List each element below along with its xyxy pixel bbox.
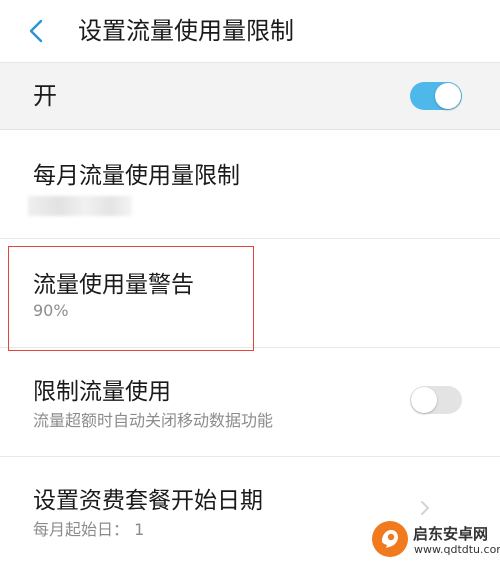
master-switch-label: 开 xyxy=(33,82,57,110)
chevron-left-icon xyxy=(29,19,43,43)
limit-usage-toggle-switch[interactable] xyxy=(410,386,462,414)
usage-warning-value: 90% xyxy=(33,301,69,320)
limit-usage-title: 限制流量使用 xyxy=(33,379,171,405)
site-watermark: 启东安卓网 www.qdtdtu.com xyxy=(372,520,500,561)
master-toggle-switch[interactable] xyxy=(410,82,462,110)
watermark-logo-icon xyxy=(372,521,408,557)
monthly-limit-value-obscured xyxy=(28,196,132,216)
master-switch-row[interactable]: 开 xyxy=(0,63,500,130)
chevron-right-icon xyxy=(421,501,429,515)
monthly-limit-title: 每月流量使用量限制 xyxy=(33,163,240,189)
watermark-url: www.qdtdtu.com xyxy=(414,543,500,556)
usage-warning-title: 流量使用量警告 xyxy=(33,272,194,298)
billing-start-date-title: 设置资费套餐开始日期 xyxy=(33,488,263,514)
app-bar: 设置流量使用量限制 xyxy=(0,0,500,63)
page-title: 设置流量使用量限制 xyxy=(78,17,294,45)
usage-warning-row[interactable]: 流量使用量警告 90% xyxy=(0,239,500,348)
watermark-name: 启东安卓网 xyxy=(413,525,489,543)
back-button[interactable] xyxy=(18,14,54,48)
toggle-knob xyxy=(435,83,461,109)
limit-usage-description: 流量超额时自动关闭移动数据功能 xyxy=(33,411,274,430)
limit-usage-row[interactable]: 限制流量使用 流量超额时自动关闭移动数据功能 xyxy=(0,348,500,457)
monthly-limit-row[interactable]: 每月流量使用量限制 xyxy=(0,130,500,239)
billing-start-date-value: 每月起始日： 1 xyxy=(33,520,145,539)
toggle-knob xyxy=(411,387,437,413)
